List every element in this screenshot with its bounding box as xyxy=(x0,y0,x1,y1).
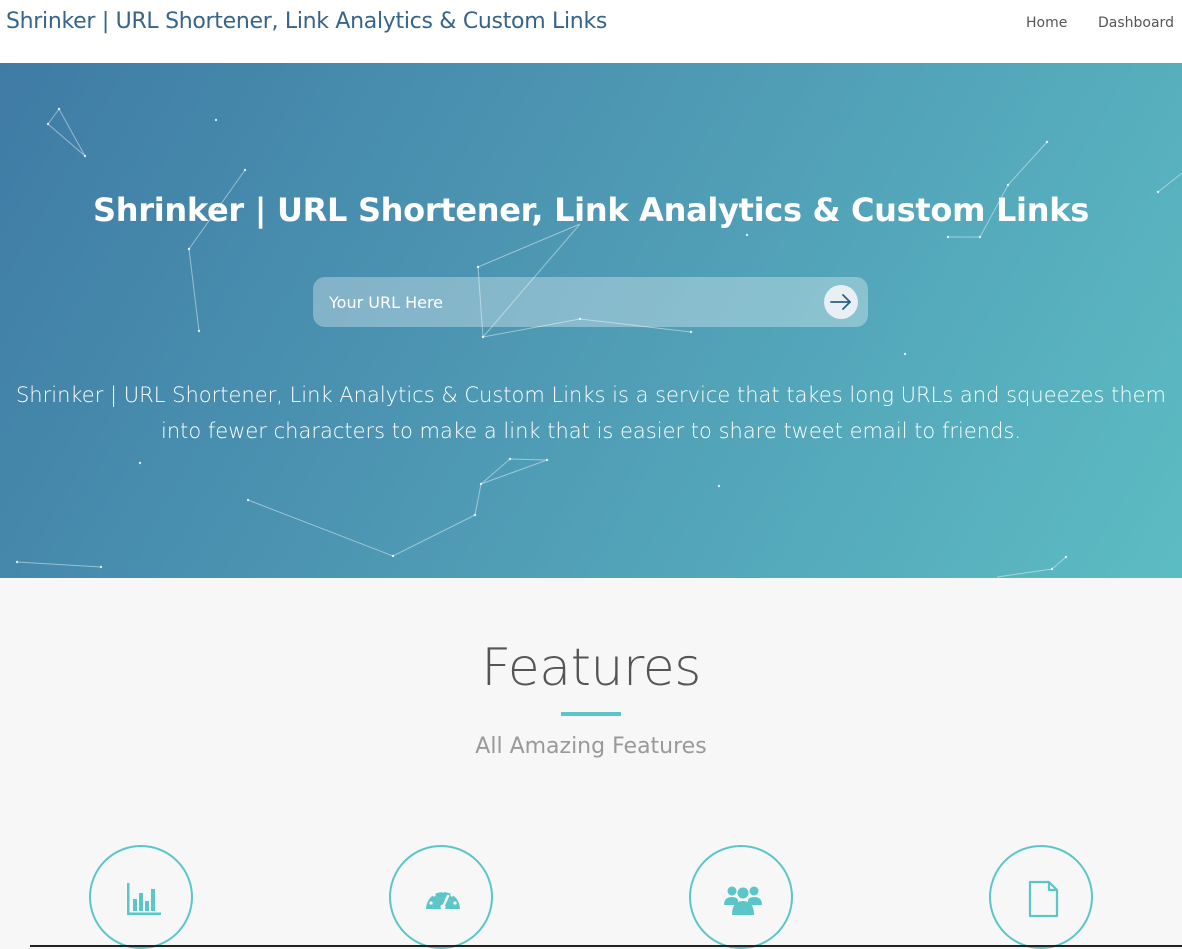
navbar: Shrinker | URL Shortener, Link Analytics… xyxy=(0,0,1182,63)
hero-description: Shrinker | URL Shortener, Link Analytics… xyxy=(15,383,1167,443)
bar-chart-icon xyxy=(127,883,161,915)
feature-badge-document xyxy=(989,845,1093,949)
arrow-right-icon xyxy=(830,294,851,310)
url-input[interactable] xyxy=(313,277,813,327)
nav-link-dashboard[interactable]: Dashboard xyxy=(1098,15,1174,31)
features-section: Features All Amazing Features xyxy=(0,578,1182,949)
feature-badge-analytics xyxy=(89,845,193,949)
file-icon xyxy=(1028,880,1059,918)
features-subtitle: All Amazing Features xyxy=(475,734,707,759)
bottom-divider xyxy=(30,945,1182,947)
brand-link[interactable]: Shrinker | URL Shortener, Link Analytics… xyxy=(6,9,607,34)
shorten-submit-button[interactable] xyxy=(824,285,858,319)
hero-title: Shrinker | URL Shortener, Link Analytics… xyxy=(93,191,1089,229)
nav-link-home[interactable]: Home xyxy=(1026,15,1067,31)
speedometer-icon xyxy=(426,889,460,910)
features-title-underline xyxy=(561,712,621,716)
users-icon xyxy=(724,886,762,915)
hero-section: Shrinker | URL Shortener, Link Analytics… xyxy=(0,63,1182,578)
feature-badge-speed xyxy=(389,845,493,949)
features-title: Features xyxy=(481,638,701,698)
feature-badge-users xyxy=(689,845,793,949)
url-shorten-form xyxy=(313,277,868,327)
